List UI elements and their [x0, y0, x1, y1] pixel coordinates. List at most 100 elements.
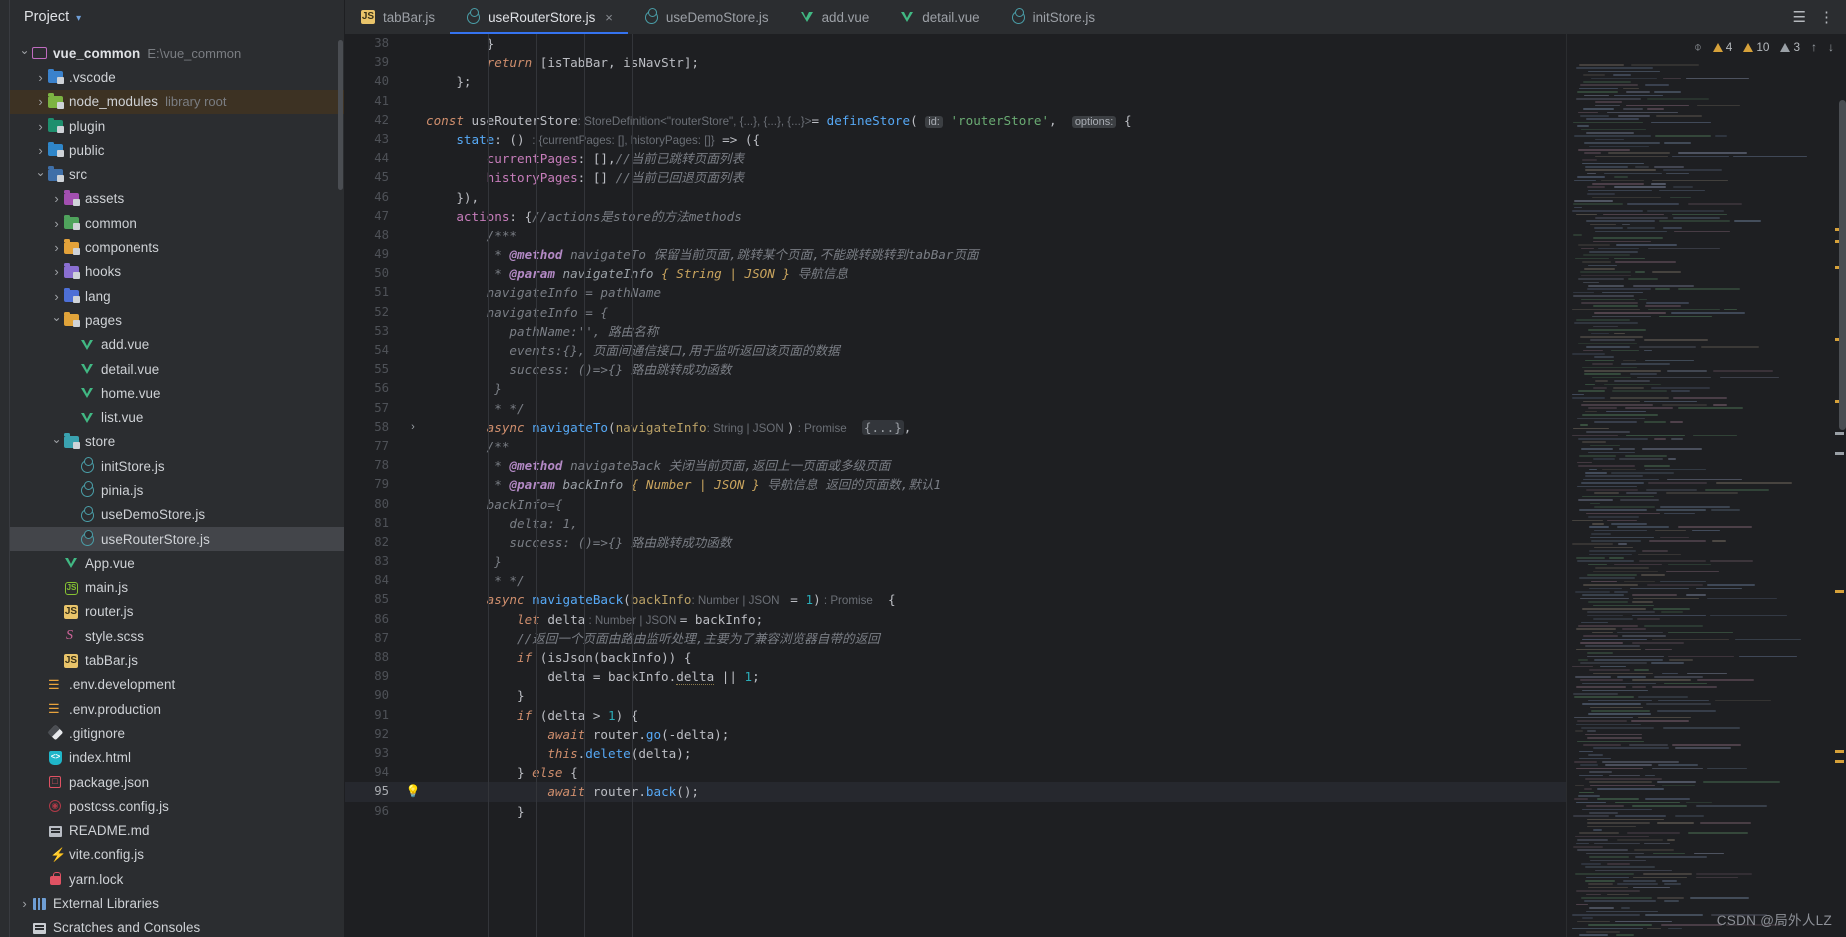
- code-line[interactable]: } else {: [426, 763, 1566, 782]
- gutter-annotations[interactable]: › 💡: [400, 34, 426, 937]
- minimap-problem-marker[interactable]: [1835, 760, 1844, 763]
- gutter-marker-slot[interactable]: [400, 111, 426, 130]
- chevron-right-icon[interactable]: ›: [50, 241, 63, 254]
- gutter-marker-slot[interactable]: [400, 475, 426, 494]
- gutter-marker-slot[interactable]: [400, 648, 426, 667]
- intention-bulb-icon[interactable]: 💡: [400, 782, 426, 801]
- code-line[interactable]: let delta : Number | JSON = backInfo;: [426, 610, 1566, 629]
- line-number[interactable]: 44: [345, 149, 400, 168]
- minimap-problem-marker[interactable]: [1835, 750, 1844, 753]
- project-panel-header[interactable]: Project ▾: [10, 0, 344, 34]
- line-number[interactable]: 83: [345, 552, 400, 571]
- line-number[interactable]: 47: [345, 207, 400, 226]
- gutter-marker-slot[interactable]: [400, 514, 426, 533]
- chevron-right-icon[interactable]: [66, 363, 79, 376]
- chevron-right-icon[interactable]: [34, 800, 47, 813]
- chevron-right-icon[interactable]: ›: [50, 290, 63, 303]
- tree-item-node-modules[interactable]: › node_modules library root: [10, 89, 344, 114]
- line-number[interactable]: 50: [345, 264, 400, 283]
- chevron-right-icon[interactable]: [50, 630, 63, 643]
- minimap-problem-marker[interactable]: [1835, 590, 1844, 593]
- line-number[interactable]: 40: [345, 72, 400, 91]
- gutter-marker-slot[interactable]: [400, 379, 426, 398]
- code-line[interactable]: }: [426, 552, 1566, 571]
- settings-icon[interactable]: ☰: [1793, 8, 1806, 26]
- tree-item-hooks[interactable]: › hooks: [10, 260, 344, 284]
- editor-tab-usedemostore-js[interactable]: useDemoStore.js: [628, 0, 784, 34]
- code-line[interactable]: navigateInfo = {: [426, 303, 1566, 322]
- chevron-right-icon[interactable]: [66, 338, 79, 351]
- chevron-right-icon[interactable]: ›: [34, 144, 47, 157]
- tree-item-common[interactable]: › common: [10, 211, 344, 235]
- gutter-marker-slot[interactable]: [400, 72, 426, 91]
- gutter-marker-slot[interactable]: [400, 226, 426, 245]
- line-number[interactable]: 95: [345, 782, 400, 802]
- tree-item-readme-md[interactable]: README.md: [10, 819, 344, 843]
- gutter-marker-slot[interactable]: [400, 495, 426, 514]
- line-number[interactable]: 77: [345, 437, 400, 456]
- editor-tab-tabbar-js[interactable]: JS tabBar.js: [345, 0, 450, 34]
- line-number[interactable]: 79: [345, 475, 400, 494]
- gutter-marker-slot[interactable]: [400, 283, 426, 302]
- code-line[interactable]: currentPages: [],//当前已跳转页面列表: [426, 149, 1566, 168]
- code-line[interactable]: success: ()=>{} 路由跳转成功函数: [426, 533, 1566, 552]
- chevron-right-icon[interactable]: [34, 703, 47, 716]
- code-line[interactable]: }: [426, 686, 1566, 705]
- gutter-marker-slot[interactable]: [400, 322, 426, 341]
- gutter-marker-slot[interactable]: [400, 571, 426, 590]
- tree-item-router-js[interactable]: JS router.js: [10, 600, 344, 624]
- line-number[interactable]: 84: [345, 571, 400, 590]
- tree-item-scratches-and-consoles[interactable]: Scratches and Consoles: [10, 916, 344, 937]
- line-number[interactable]: 90: [345, 686, 400, 705]
- tree-item-store[interactable]: ⌄ store: [10, 430, 344, 454]
- gutter-marker-slot[interactable]: [400, 686, 426, 705]
- code-line[interactable]: delta = backInfo.delta || 1;: [426, 667, 1566, 686]
- chevron-right-icon[interactable]: [50, 654, 63, 667]
- chevron-down-icon[interactable]: ⌄: [50, 433, 63, 445]
- line-number[interactable]: 78: [345, 456, 400, 475]
- gutter-marker-slot[interactable]: [400, 264, 426, 283]
- chevron-right-icon[interactable]: [34, 776, 47, 789]
- tree-item-src[interactable]: ⌄ src: [10, 162, 344, 186]
- code-line[interactable]: await router.back();: [426, 782, 1566, 802]
- line-number[interactable]: 94: [345, 763, 400, 782]
- code-line[interactable]: navigateInfo = pathName: [426, 283, 1566, 302]
- tree-item--env-development[interactable]: ☰ .env.development: [10, 673, 344, 697]
- tree-item-home-vue[interactable]: home.vue: [10, 381, 344, 405]
- tree-item-add-vue[interactable]: add.vue: [10, 333, 344, 357]
- tree-item-list-vue[interactable]: list.vue: [10, 405, 344, 429]
- gutter-marker-slot[interactable]: [400, 533, 426, 552]
- gutter-marker-slot[interactable]: ›: [400, 418, 426, 437]
- code-line[interactable]: actions: {//actions是store的方法methods: [426, 207, 1566, 226]
- code-line[interactable]: if (isJson(backInfo)) {: [426, 648, 1566, 667]
- code-editor[interactable]: } return [isTabBar, isNavStr]; }; const u…: [426, 34, 1566, 937]
- code-line[interactable]: }),: [426, 188, 1566, 207]
- tree-item-public[interactable]: › public: [10, 138, 344, 162]
- tree-item-assets[interactable]: › assets: [10, 187, 344, 211]
- gutter-marker-slot[interactable]: [400, 53, 426, 72]
- chevron-down-icon[interactable]: ⌄: [18, 44, 31, 56]
- code-line[interactable]: * @method navigateTo 保留当前页面,跳转某个页面,不能跳转跳…: [426, 245, 1566, 264]
- tree-item-userouterstore-js[interactable]: useRouterStore.js: [10, 526, 344, 552]
- line-number[interactable]: 48: [345, 226, 400, 245]
- code-line[interactable]: pathName:'', 路由名称: [426, 322, 1566, 341]
- tree-item-pinia-js[interactable]: pinia.js: [10, 478, 344, 502]
- chevron-right-icon[interactable]: [66, 508, 79, 521]
- line-number[interactable]: 82: [345, 533, 400, 552]
- tree-item-app-vue[interactable]: App.vue: [10, 551, 344, 575]
- gutter-marker-slot[interactable]: [400, 360, 426, 379]
- gutter-marker-slot[interactable]: [400, 725, 426, 744]
- code-line[interactable]: async navigateBack(backInfo: Number | JS…: [426, 590, 1566, 609]
- code-line[interactable]: }: [426, 34, 1566, 53]
- chevron-right-icon[interactable]: [50, 557, 63, 570]
- line-number[interactable]: 39: [345, 53, 400, 72]
- code-line[interactable]: historyPages: [] //当前已回退页面列表: [426, 168, 1566, 187]
- code-line[interactable]: return [isTabBar, isNavStr];: [426, 53, 1566, 72]
- chevron-right-icon[interactable]: [34, 824, 47, 837]
- chevron-down-icon[interactable]: ▾: [76, 13, 81, 24]
- warning-count-chip[interactable]: 4: [1712, 40, 1732, 54]
- code-line[interactable]: * @param navigateInfo { String | JSON } …: [426, 264, 1566, 283]
- code-line[interactable]: };: [426, 72, 1566, 91]
- gutter-marker-slot[interactable]: [400, 763, 426, 782]
- line-number[interactable]: 96: [345, 802, 400, 821]
